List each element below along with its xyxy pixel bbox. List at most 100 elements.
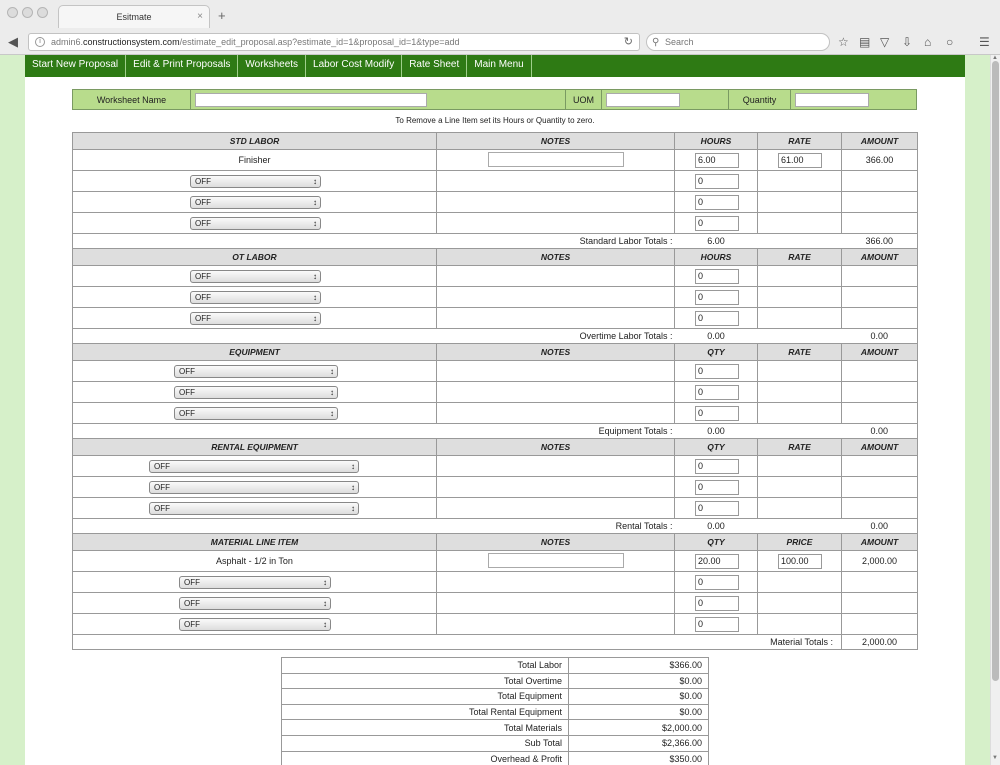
quantity-input[interactable]: 0 (695, 173, 739, 189)
summary-value: $0.00 (568, 688, 709, 705)
quantity-input[interactable]: 0 (695, 405, 739, 421)
summary-value: $350.00 (568, 750, 709, 765)
vertical-scrollbar[interactable]: ▲ ▼ (990, 55, 1000, 765)
back-arrow-icon[interactable]: ◀ (8, 34, 18, 50)
quantity-input[interactable]: 6.00 (695, 152, 739, 168)
close-tab-icon[interactable]: × (197, 6, 203, 28)
quantity-label: Quantity (728, 89, 791, 110)
menu-rate-sheet[interactable]: Rate Sheet (402, 55, 468, 77)
minimize-window-button[interactable] (22, 7, 33, 18)
header-rent-notes: NOTES (436, 438, 675, 456)
rate-input[interactable]: 61.00 (778, 152, 822, 168)
scroll-down-icon[interactable]: ▼ (992, 755, 998, 761)
quantity-input[interactable]: 0 (695, 500, 739, 516)
menu-labor-cost-modify[interactable]: Labor Cost Modify (306, 55, 403, 77)
search-placeholder: Search (665, 37, 694, 47)
uom-label: UOM (565, 89, 602, 110)
line-item-row: Finisher 6.00 61.00 366.00 (72, 149, 918, 171)
hamburger-menu-icon[interactable]: ☰ (979, 35, 990, 49)
header-mat-rate: PRICE (757, 533, 842, 551)
header-std-item: STD LABOR (72, 132, 437, 150)
item-select[interactable]: OFF (174, 364, 338, 378)
menu-worksheets[interactable]: Worksheets (238, 55, 307, 77)
download-icon[interactable]: ⇩ (902, 35, 912, 49)
quantity-input[interactable]: 0 (695, 363, 739, 379)
summary-label: Total Materials (281, 719, 569, 736)
line-item-row: OFF 0 (72, 360, 918, 382)
notes-input[interactable] (487, 151, 624, 167)
quantity-input[interactable]: 0 (695, 384, 739, 400)
item-select[interactable]: OFF (179, 617, 331, 631)
item-select[interactable]: OFF (174, 385, 338, 399)
menu-start-new-proposal[interactable]: Start New Proposal (25, 55, 127, 77)
zoom-window-button[interactable] (37, 7, 48, 18)
quantity-input[interactable]: 0 (695, 595, 739, 611)
close-window-button[interactable] (7, 7, 18, 18)
item-select[interactable]: OFF (190, 174, 321, 188)
header-mat-item: MATERIAL LINE ITEM (72, 533, 437, 551)
url-host-prefix: admin6. (51, 37, 84, 47)
worksheet-name-input[interactable] (195, 92, 427, 107)
line-item-row: OFF 0 (72, 191, 918, 213)
section-header-rent: RENTAL EQUIPMENT NOTES QTY RATE AMOUNT (72, 438, 918, 456)
item-select[interactable]: OFF (190, 269, 321, 283)
quantity-input[interactable]: 0 (695, 289, 739, 305)
quantity-input[interactable]: 0 (695, 574, 739, 590)
quantity-input[interactable]: 0 (695, 479, 739, 495)
browser-tab[interactable]: Esitmate × (58, 5, 210, 28)
header-eq-rate: RATE (757, 343, 842, 361)
summary-value: $2,366.00 (568, 734, 709, 752)
home-icon[interactable]: ⌂ (924, 35, 931, 49)
line-item-row: OFF 0 (72, 613, 918, 635)
item-select[interactable]: OFF (179, 575, 331, 589)
item-select[interactable]: OFF (190, 216, 321, 230)
item-select[interactable]: OFF (190, 311, 321, 325)
chat-icon[interactable]: ○ (946, 35, 953, 49)
scrollbar-thumb[interactable] (992, 61, 999, 681)
quantity-input[interactable]: 0 (695, 268, 739, 284)
notes-input[interactable] (487, 552, 624, 568)
header-ot-rate: RATE (757, 248, 842, 266)
header-std-amount: AMOUNT (841, 132, 918, 150)
url-bar[interactable]: i admin6.constructionsystem.com/estimate… (28, 33, 640, 51)
item-select[interactable]: OFF (190, 195, 321, 209)
totals-quantity: 0.00 (674, 518, 758, 534)
info-icon[interactable]: i (35, 37, 45, 47)
rate-input[interactable]: 100.00 (778, 553, 822, 569)
quantity-input[interactable]: 0 (695, 194, 739, 210)
pocket-icon[interactable]: ▽ (880, 35, 889, 49)
uom-input[interactable] (606, 92, 680, 107)
header-eq-amount: AMOUNT (841, 343, 918, 361)
summary-label: Total Overtime (281, 672, 569, 690)
item-select[interactable]: OFF (190, 290, 321, 304)
totals-amount: 0.00 (841, 328, 918, 344)
summary-label: Total Labor (281, 657, 569, 674)
menu-edit-print-proposals[interactable]: Edit & Print Proposals (126, 55, 239, 77)
item-select[interactable]: OFF (149, 459, 359, 473)
item-select[interactable]: OFF (149, 501, 359, 515)
menu-main-menu[interactable]: Main Menu (467, 55, 532, 77)
quantity-input[interactable]: 0 (695, 458, 739, 474)
summary-value: $0.00 (568, 672, 709, 690)
header-eq-item: EQUIPMENT (72, 343, 437, 361)
new-tab-button[interactable]: + (218, 8, 226, 23)
header-mat-amount: AMOUNT (841, 533, 918, 551)
quantity-input[interactable]: 0 (695, 215, 739, 231)
line-amount: 366.00 (841, 149, 918, 171)
item-select[interactable]: OFF (179, 596, 331, 610)
reload-icon[interactable]: ↻ (624, 34, 633, 50)
item-select[interactable]: OFF (149, 480, 359, 494)
reading-list-icon[interactable]: ▤ (859, 35, 870, 49)
line-item-name: Asphalt - 1/2 in Ton (72, 550, 437, 572)
quantity-input[interactable]: 0 (695, 616, 739, 632)
search-box[interactable]: ⚲ Search (646, 33, 830, 51)
quantity-input[interactable]: 0 (695, 310, 739, 326)
line-item-row: OFF 0 (72, 307, 918, 329)
bookmark-star-icon[interactable]: ☆ (838, 35, 849, 49)
section-header-eq: EQUIPMENT NOTES QTY RATE AMOUNT (72, 343, 918, 361)
quantity-input[interactable] (795, 92, 869, 107)
summary-row: Sub Total $2,366.00 (281, 734, 709, 752)
totals-amount: 0.00 (841, 423, 918, 439)
quantity-input[interactable]: 20.00 (695, 553, 739, 569)
item-select[interactable]: OFF (174, 406, 338, 420)
